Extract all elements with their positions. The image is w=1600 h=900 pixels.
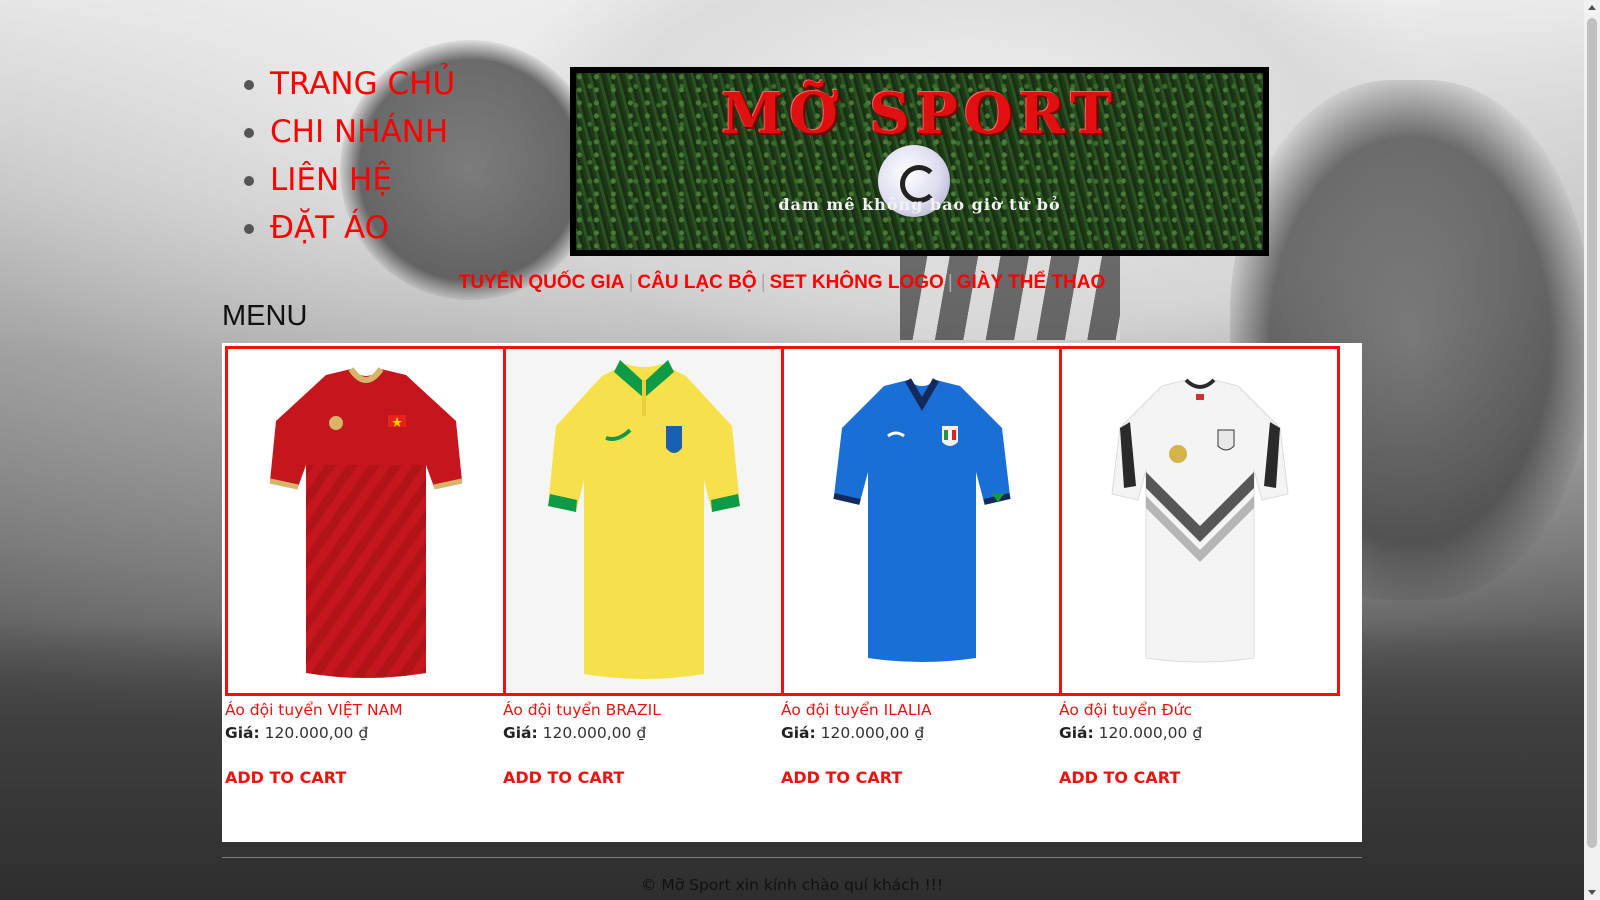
product-price: Giá: 120.000,00 ₫ [1059,724,1340,742]
product-name[interactable]: Áo đội tuyển Đức [1059,701,1340,719]
top-nav-item-contact: LIÊN HỆ [270,156,455,204]
category-link-sport-shoes[interactable]: GIÀY THỂ THAO [957,272,1106,293]
menu-heading: MENU [222,300,308,332]
price-value: 120.000,00 ₫ [542,724,647,742]
product-image-link[interactable] [781,346,1062,696]
category-separator: | [947,272,953,293]
product-card: Áo đội tuyển VIỆT NAM Giá: 120.000,00 ₫ … [225,346,506,788]
banner-slogan: đam mê không bao giờ từ bỏ [778,195,1061,214]
price-value: 120.000,00 ₫ [1098,724,1203,742]
product-price: Giá: 120.000,00 ₫ [781,724,1062,742]
price-value: 120.000,00 ₫ [264,724,369,742]
add-to-cart-button[interactable]: ADD TO CART [781,768,902,787]
category-link-national-teams[interactable]: TUYỂN QUỐC GIA [459,272,625,293]
price-label: Giá: [1059,724,1094,742]
product-name[interactable]: Áo đội tuyển ILALIA [781,701,1062,719]
scroll-down-arrow-icon[interactable] [1588,890,1596,895]
footer-divider [222,857,1362,858]
top-nav: TRANG CHỦ CHI NHÁNH LIÊN HỆ ĐẶT ÁO [222,60,455,252]
product-image-link[interactable] [503,346,784,696]
top-nav-link-order[interactable]: ĐẶT ÁO [270,210,389,246]
site-banner: MỠ SPORT đam mê không bao giờ từ bỏ [570,67,1269,256]
product-image-link[interactable] [1059,346,1340,696]
category-link-no-logo-sets[interactable]: SET KHÔNG LOGO [770,272,944,293]
top-nav-link-contact[interactable]: LIÊN HỆ [270,162,392,198]
add-to-cart-button[interactable]: ADD TO CART [503,768,624,787]
scroll-up-arrow-icon[interactable] [1588,5,1596,10]
price-label: Giá: [781,724,816,742]
brazil-jersey-image [547,360,740,679]
product-card: Áo đội tuyển BRAZIL Giá: 120.000,00 ₫ AD… [503,346,784,788]
top-nav-item-home: TRANG CHỦ [270,60,455,108]
price-label: Giá: [503,724,538,742]
category-link-clubs[interactable]: CÂU LẠC BỘ [637,272,756,293]
banner-title: MỠ SPORT [721,81,1118,147]
vietnam-jersey-image [268,367,463,678]
product-price: Giá: 120.000,00 ₫ [225,724,506,742]
product-grid: Áo đội tuyển VIỆT NAM Giá: 120.000,00 ₫ … [222,343,1362,842]
banner-grass-background: MỠ SPORT đam mê không bao giờ từ bỏ [576,73,1263,250]
product-name[interactable]: Áo đội tuyển BRAZIL [503,701,784,719]
price-label: Giá: [225,724,260,742]
background-stripe-shape [900,250,1120,340]
top-nav-item-order: ĐẶT ÁO [270,204,455,252]
product-card: Áo đội tuyển Đức Giá: 120.000,00 ₫ ADD T… [1059,346,1340,788]
top-nav-link-home[interactable]: TRANG CHỦ [270,66,455,102]
product-name[interactable]: Áo đội tuyển VIỆT NAM [225,701,506,719]
germany-jersey-image [1110,378,1289,663]
product-card: Áo đội tuyển ILALIA Giá: 120.000,00 ₫ AD… [781,346,1062,788]
top-nav-link-branches[interactable]: CHI NHÁNH [270,114,448,150]
scrollbar-thumb[interactable] [1587,18,1597,848]
add-to-cart-button[interactable]: ADD TO CART [225,768,346,787]
vertical-scrollbar[interactable] [1584,0,1600,900]
add-to-cart-button[interactable]: ADD TO CART [1059,768,1180,787]
italy-jersey-image [832,378,1011,662]
product-price: Giá: 120.000,00 ₫ [503,724,784,742]
category-nav: TUYỂN QUỐC GIA | CÂU LẠC BỘ | SET KHÔNG LOGO… [0,272,1584,294]
product-image-link[interactable] [225,346,506,696]
category-separator: | [628,272,634,293]
footer-copyright: © Mỡ Sport xin kính chào quí khách !!! [640,876,944,894]
price-value: 120.000,00 ₫ [820,724,925,742]
top-nav-item-branches: CHI NHÁNH [270,108,455,156]
category-separator: | [760,272,766,293]
